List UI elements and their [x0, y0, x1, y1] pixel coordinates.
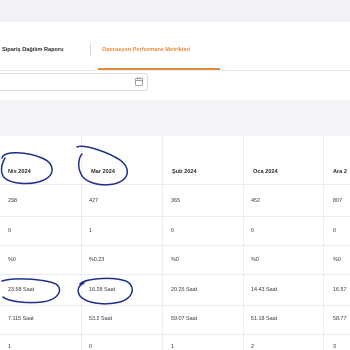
- table-cell: 0: [171, 228, 174, 234]
- table-cell: %0: [333, 257, 341, 263]
- tab-bar: Sipariş Dağılım Raporu Operasyon Perform…: [0, 22, 350, 71]
- tab-order-distribution-report[interactable]: Sipariş Dağılım Raporu: [2, 47, 64, 53]
- table-cell: %0: [251, 257, 259, 263]
- column-header: Mar 2024: [91, 169, 115, 175]
- table-cell: 59.07 Saat: [171, 316, 198, 322]
- row-divider: [0, 184, 350, 185]
- row-divider: [0, 274, 350, 275]
- table-cell: 807: [333, 198, 342, 204]
- table-cell: %0: [8, 257, 16, 263]
- table-cell: 1: [89, 228, 92, 234]
- table-cell: 58.77: [333, 316, 347, 322]
- table-cell: 365: [171, 198, 180, 204]
- table-cell: 452: [251, 198, 260, 204]
- table-cell: 0: [8, 228, 11, 234]
- table-cell: 23.58 Saat: [8, 287, 35, 293]
- table-cell: 298: [8, 198, 17, 204]
- row-divider: [0, 334, 350, 335]
- table-cell: 7.115 Saat: [8, 316, 34, 322]
- table-cell: 14.43 Saat: [251, 287, 278, 293]
- table-cell: 2: [251, 344, 254, 350]
- table-cell: %0: [171, 257, 179, 263]
- row-divider: [0, 216, 350, 217]
- top-strip: [0, 0, 350, 22]
- column-divider: [81, 136, 82, 350]
- column-divider: [243, 136, 244, 350]
- table-cell: 427: [89, 198, 98, 204]
- active-tab-indicator: [98, 68, 220, 70]
- column-header: Ara 2: [333, 169, 347, 175]
- tab-separator: [90, 43, 91, 56]
- table-cell: 0: [251, 228, 254, 234]
- date-range-input[interactable]: [0, 73, 148, 91]
- table-header-row: Nis 2024 Mar 2024 Şub 2024 Oca 2024 Ara …: [0, 136, 350, 216]
- table-cell: %0.23: [89, 257, 105, 263]
- table-cell: 0: [333, 228, 336, 234]
- table-cell: 16.28 Saat: [89, 287, 116, 293]
- column-divider: [162, 136, 163, 350]
- calendar-icon[interactable]: [135, 77, 143, 86]
- metrics-table: Nis 2024 Mar 2024 Şub 2024 Oca 2024 Ara …: [0, 136, 350, 350]
- table-cell: 1: [171, 344, 174, 350]
- column-header: Şub 2024: [172, 169, 197, 175]
- table-cell: 53.2 Saat: [89, 316, 113, 322]
- table-cell: 16.57: [333, 287, 347, 293]
- column-header: Oca 2024: [253, 169, 278, 175]
- table-cell: 20.25 Saat: [171, 287, 198, 293]
- table-cell: 0: [89, 344, 92, 350]
- table-cell: 51.18 Saat: [251, 316, 278, 322]
- section-gap: [0, 100, 350, 136]
- row-divider: [0, 305, 350, 306]
- column-divider: [323, 136, 324, 350]
- table-cell: 3: [333, 344, 336, 350]
- tab-operation-performance-metrics[interactable]: Operasyon Performans Metrikleri: [102, 47, 190, 53]
- table-cell: 1: [8, 344, 11, 350]
- row-divider: [0, 245, 350, 246]
- column-header: Nis 2024: [8, 169, 31, 175]
